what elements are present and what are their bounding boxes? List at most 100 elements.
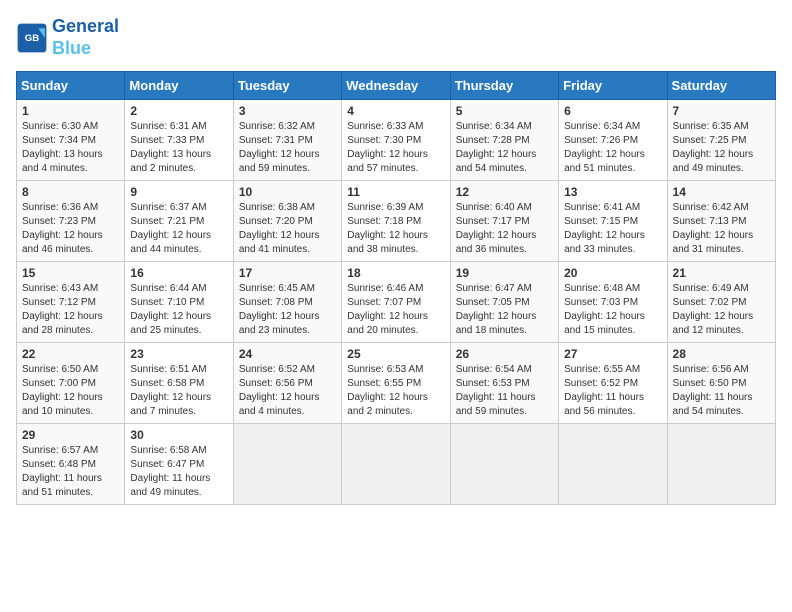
day-info: Sunrise: 6:42 AMSunset: 7:13 PMDaylight:… bbox=[673, 201, 770, 257]
day-number: 16 bbox=[130, 266, 227, 280]
header-saturday: Saturday bbox=[667, 72, 775, 100]
day-info: Sunrise: 6:58 AMSunset: 6:47 PMDaylight:… bbox=[130, 444, 227, 500]
calendar-table: SundayMondayTuesdayWednesdayThursdayFrid… bbox=[16, 71, 776, 505]
day-info: Sunrise: 6:47 AMSunset: 7:05 PMDaylight:… bbox=[456, 282, 553, 338]
day-number: 26 bbox=[456, 347, 553, 361]
calendar-cell: 20 Sunrise: 6:48 AMSunset: 7:03 PMDayligh… bbox=[559, 262, 667, 343]
day-info: Sunrise: 6:37 AMSunset: 7:21 PMDaylight:… bbox=[130, 201, 227, 257]
calendar-cell: 13 Sunrise: 6:41 AMSunset: 7:15 PMDayligh… bbox=[559, 181, 667, 262]
day-number: 6 bbox=[564, 104, 661, 118]
day-info: Sunrise: 6:38 AMSunset: 7:20 PMDaylight:… bbox=[239, 201, 336, 257]
day-info: Sunrise: 6:31 AMSunset: 7:33 PMDaylight:… bbox=[130, 120, 227, 176]
calendar-cell: 10 Sunrise: 6:38 AMSunset: 7:20 PMDayligh… bbox=[233, 181, 341, 262]
day-info: Sunrise: 6:33 AMSunset: 7:30 PMDaylight:… bbox=[347, 120, 444, 176]
day-info: Sunrise: 6:57 AMSunset: 6:48 PMDaylight:… bbox=[22, 444, 119, 500]
day-info: Sunrise: 6:55 AMSunset: 6:52 PMDaylight:… bbox=[564, 363, 661, 419]
calendar-cell: 7 Sunrise: 6:35 AMSunset: 7:25 PMDaylight… bbox=[667, 100, 775, 181]
header-thursday: Thursday bbox=[450, 72, 558, 100]
day-info: Sunrise: 6:32 AMSunset: 7:31 PMDaylight:… bbox=[239, 120, 336, 176]
day-number: 8 bbox=[22, 185, 119, 199]
header-monday: Monday bbox=[125, 72, 233, 100]
calendar-cell: 23 Sunrise: 6:51 AMSunset: 6:58 PMDayligh… bbox=[125, 343, 233, 424]
calendar-cell: 11 Sunrise: 6:39 AMSunset: 7:18 PMDayligh… bbox=[342, 181, 450, 262]
day-number: 4 bbox=[347, 104, 444, 118]
day-info: Sunrise: 6:40 AMSunset: 7:17 PMDaylight:… bbox=[456, 201, 553, 257]
logo: GB GeneralBlue bbox=[16, 16, 119, 59]
day-info: Sunrise: 6:50 AMSunset: 7:00 PMDaylight:… bbox=[22, 363, 119, 419]
day-number: 24 bbox=[239, 347, 336, 361]
calendar-cell bbox=[450, 424, 558, 505]
calendar-cell: 17 Sunrise: 6:45 AMSunset: 7:08 PMDayligh… bbox=[233, 262, 341, 343]
day-info: Sunrise: 6:46 AMSunset: 7:07 PMDaylight:… bbox=[347, 282, 444, 338]
calendar-cell: 27 Sunrise: 6:55 AMSunset: 6:52 PMDayligh… bbox=[559, 343, 667, 424]
logo-text: GeneralBlue bbox=[52, 16, 119, 59]
day-number: 21 bbox=[673, 266, 770, 280]
calendar-cell: 14 Sunrise: 6:42 AMSunset: 7:13 PMDayligh… bbox=[667, 181, 775, 262]
calendar-cell: 18Sunrise: 6:46 AMSunset: 7:07 PMDayligh… bbox=[342, 262, 450, 343]
day-info: Sunrise: 6:30 AMSunset: 7:34 PMDaylight:… bbox=[22, 120, 119, 176]
day-info: Sunrise: 6:43 AMSunset: 7:12 PMDaylight:… bbox=[22, 282, 119, 338]
calendar-cell bbox=[559, 424, 667, 505]
day-number: 2 bbox=[130, 104, 227, 118]
header-wednesday: Wednesday bbox=[342, 72, 450, 100]
day-info: Sunrise: 6:48 AMSunset: 7:03 PMDaylight:… bbox=[564, 282, 661, 338]
day-info: Sunrise: 6:35 AMSunset: 7:25 PMDaylight:… bbox=[673, 120, 770, 176]
header-friday: Friday bbox=[559, 72, 667, 100]
calendar-cell: 2 Sunrise: 6:31 AMSunset: 7:33 PMDaylight… bbox=[125, 100, 233, 181]
week-row-2: 8 Sunrise: 6:36 AMSunset: 7:23 PMDaylight… bbox=[17, 181, 776, 262]
day-number: 11 bbox=[347, 185, 444, 199]
day-number: 17 bbox=[239, 266, 336, 280]
day-number: 19 bbox=[456, 266, 553, 280]
calendar-cell: 3 Sunrise: 6:32 AMSunset: 7:31 PMDaylight… bbox=[233, 100, 341, 181]
week-row-5: 29Sunrise: 6:57 AMSunset: 6:48 PMDayligh… bbox=[17, 424, 776, 505]
calendar-cell: 9 Sunrise: 6:37 AMSunset: 7:21 PMDaylight… bbox=[125, 181, 233, 262]
day-number: 10 bbox=[239, 185, 336, 199]
calendar-cell: 16 Sunrise: 6:44 AMSunset: 7:10 PMDayligh… bbox=[125, 262, 233, 343]
calendar-cell: 19 Sunrise: 6:47 AMSunset: 7:05 PMDayligh… bbox=[450, 262, 558, 343]
calendar-cell: 12 Sunrise: 6:40 AMSunset: 7:17 PMDayligh… bbox=[450, 181, 558, 262]
day-number: 14 bbox=[673, 185, 770, 199]
calendar-cell: 6 Sunrise: 6:34 AMSunset: 7:26 PMDaylight… bbox=[559, 100, 667, 181]
day-info: Sunrise: 6:49 AMSunset: 7:02 PMDaylight:… bbox=[673, 282, 770, 338]
calendar-header-row: SundayMondayTuesdayWednesdayThursdayFrid… bbox=[17, 72, 776, 100]
day-info: Sunrise: 6:41 AMSunset: 7:15 PMDaylight:… bbox=[564, 201, 661, 257]
calendar-cell bbox=[342, 424, 450, 505]
calendar-cell: 4 Sunrise: 6:33 AMSunset: 7:30 PMDaylight… bbox=[342, 100, 450, 181]
day-number: 15 bbox=[22, 266, 119, 280]
day-number: 1 bbox=[22, 104, 119, 118]
page-header: GB GeneralBlue bbox=[16, 16, 776, 59]
day-info: Sunrise: 6:53 AMSunset: 6:55 PMDaylight:… bbox=[347, 363, 444, 419]
day-number: 7 bbox=[673, 104, 770, 118]
calendar-cell: 29Sunrise: 6:57 AMSunset: 6:48 PMDayligh… bbox=[17, 424, 125, 505]
day-number: 9 bbox=[130, 185, 227, 199]
day-number: 23 bbox=[130, 347, 227, 361]
day-info: Sunrise: 6:36 AMSunset: 7:23 PMDaylight:… bbox=[22, 201, 119, 257]
day-number: 30 bbox=[130, 428, 227, 442]
day-info: Sunrise: 6:44 AMSunset: 7:10 PMDaylight:… bbox=[130, 282, 227, 338]
calendar-cell: 28 Sunrise: 6:56 AMSunset: 6:50 PMDayligh… bbox=[667, 343, 775, 424]
calendar-cell bbox=[667, 424, 775, 505]
calendar-cell: 26 Sunrise: 6:54 AMSunset: 6:53 PMDayligh… bbox=[450, 343, 558, 424]
day-number: 27 bbox=[564, 347, 661, 361]
day-number: 20 bbox=[564, 266, 661, 280]
header-sunday: Sunday bbox=[17, 72, 125, 100]
day-info: Sunrise: 6:45 AMSunset: 7:08 PMDaylight:… bbox=[239, 282, 336, 338]
day-number: 28 bbox=[673, 347, 770, 361]
day-number: 13 bbox=[564, 185, 661, 199]
day-number: 5 bbox=[456, 104, 553, 118]
day-number: 3 bbox=[239, 104, 336, 118]
day-number: 12 bbox=[456, 185, 553, 199]
day-info: Sunrise: 6:39 AMSunset: 7:18 PMDaylight:… bbox=[347, 201, 444, 257]
day-info: Sunrise: 6:51 AMSunset: 6:58 PMDaylight:… bbox=[130, 363, 227, 419]
day-info: Sunrise: 6:54 AMSunset: 6:53 PMDaylight:… bbox=[456, 363, 553, 419]
day-info: Sunrise: 6:56 AMSunset: 6:50 PMDaylight:… bbox=[673, 363, 770, 419]
week-row-4: 22Sunrise: 6:50 AMSunset: 7:00 PMDayligh… bbox=[17, 343, 776, 424]
day-info: Sunrise: 6:34 AMSunset: 7:28 PMDaylight:… bbox=[456, 120, 553, 176]
calendar-cell: 8 Sunrise: 6:36 AMSunset: 7:23 PMDaylight… bbox=[17, 181, 125, 262]
calendar-cell: 25Sunrise: 6:53 AMSunset: 6:55 PMDayligh… bbox=[342, 343, 450, 424]
day-info: Sunrise: 6:34 AMSunset: 7:26 PMDaylight:… bbox=[564, 120, 661, 176]
day-info: Sunrise: 6:52 AMSunset: 6:56 PMDaylight:… bbox=[239, 363, 336, 419]
calendar-cell: 21 Sunrise: 6:49 AMSunset: 7:02 PMDayligh… bbox=[667, 262, 775, 343]
calendar-cell: 24 Sunrise: 6:52 AMSunset: 6:56 PMDayligh… bbox=[233, 343, 341, 424]
calendar-cell: 30 Sunrise: 6:58 AMSunset: 6:47 PMDayligh… bbox=[125, 424, 233, 505]
